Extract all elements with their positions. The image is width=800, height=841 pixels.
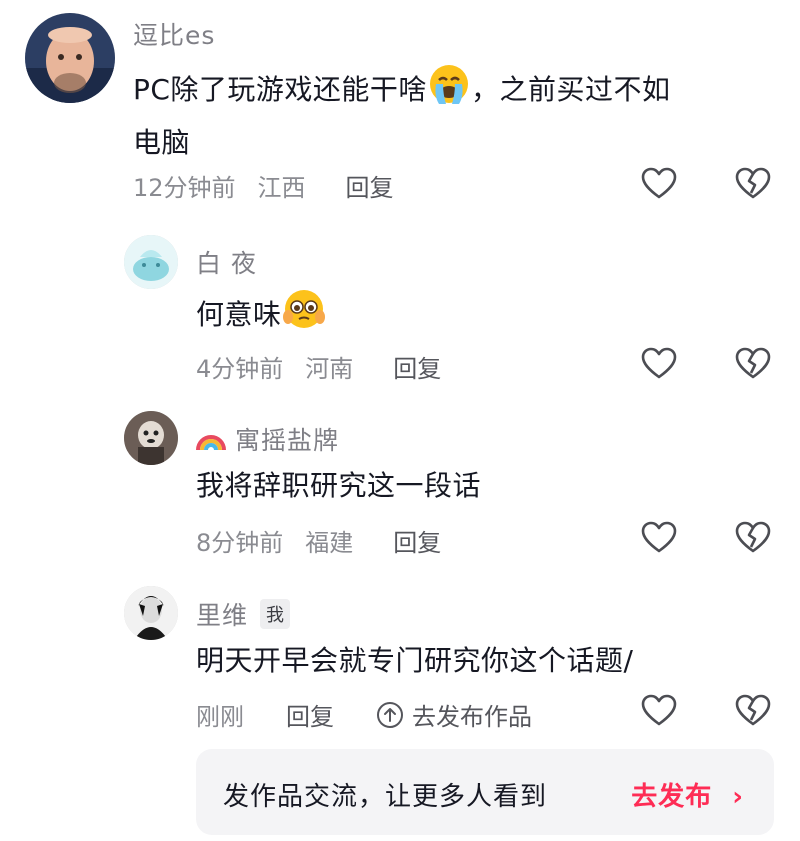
heart-icon[interactable] <box>640 166 678 200</box>
comment-text-part1: PC除了玩游戏还能干啥 <box>133 73 427 106</box>
comment-meta: 4分钟前 河南 回复 <box>196 349 441 384</box>
comment-meta: 12分钟前 江西 回复 <box>133 168 394 203</box>
broken-heart-icon[interactable] <box>735 166 771 200</box>
reply-button[interactable]: 回复 <box>286 697 334 732</box>
avatar[interactable] <box>25 13 115 103</box>
location: 福建 <box>305 529 354 557</box>
broken-heart-icon[interactable] <box>735 693 771 727</box>
reply-button[interactable]: 回复 <box>346 168 394 203</box>
location: 江西 <box>257 174 306 202</box>
username[interactable]: 里维我 <box>196 596 291 632</box>
avatar[interactable] <box>124 411 178 465</box>
broken-heart-icon[interactable] <box>735 520 771 554</box>
publish-works-button[interactable]: 去发布作品 <box>376 697 532 732</box>
comment-meta: 刚刚 回复 去发布作品 <box>196 697 532 732</box>
timestamp: 刚刚 <box>196 703 244 731</box>
publish-works-label: 去发布作品 <box>412 703 532 731</box>
broken-heart-icon[interactable] <box>735 346 771 380</box>
comment-text: PC除了玩游戏还能干啥 ，之前买过不如 电脑 <box>133 62 783 166</box>
reply-button[interactable]: 回复 <box>393 523 441 558</box>
upload-icon <box>377 701 403 728</box>
me-badge: 我 <box>260 599 291 629</box>
rainbow-icon <box>196 426 226 458</box>
comment-text: 明天开早会就专门研究你这个话题/ <box>196 644 634 677</box>
timestamp: 4分钟前 <box>196 355 284 383</box>
heart-icon[interactable] <box>640 520 678 554</box>
comment-text: 何意味 <box>196 287 326 345</box>
comment-meta: 8分钟前 福建 回复 <box>196 523 441 558</box>
comment-text: 我将辞职研究这一段话 <box>196 469 482 502</box>
publish-button[interactable]: 去发布 › <box>631 776 744 813</box>
avatar[interactable] <box>124 235 178 289</box>
avatar-image <box>25 13 115 103</box>
crying-face-emoji <box>427 62 471 120</box>
username-text: 寓摇盐牌 <box>234 426 339 455</box>
pleading-face-emoji <box>282 287 326 345</box>
username[interactable]: 逗比es <box>133 16 215 52</box>
location: 河南 <box>305 355 354 383</box>
publish-button-label: 去发布 <box>631 782 713 812</box>
avatar-image <box>124 235 178 289</box>
username[interactable]: 白 夜 <box>196 244 257 280</box>
username-text: 里维 <box>196 601 249 630</box>
timestamp: 12分钟前 <box>133 174 236 202</box>
comment-text-part1: 何意味 <box>196 298 282 331</box>
comment-text-part2: ，之前买过不如 <box>470 73 671 106</box>
timestamp: 8分钟前 <box>196 529 284 557</box>
publish-prompt-text: 发作品交流，让更多人看到 <box>223 782 548 812</box>
avatar[interactable] <box>124 586 178 640</box>
publish-prompt-bar[interactable]: 发作品交流，让更多人看到 去发布 › <box>196 749 774 835</box>
avatar-image <box>124 411 178 465</box>
heart-icon[interactable] <box>640 346 678 380</box>
username[interactable]: 寓摇盐牌 <box>196 421 339 458</box>
heart-icon[interactable] <box>640 693 678 727</box>
chevron-right-icon: › <box>732 782 744 812</box>
avatar-image <box>124 586 178 640</box>
comment-text-line2: 电脑 <box>133 126 191 159</box>
reply-button[interactable]: 回复 <box>393 349 441 384</box>
